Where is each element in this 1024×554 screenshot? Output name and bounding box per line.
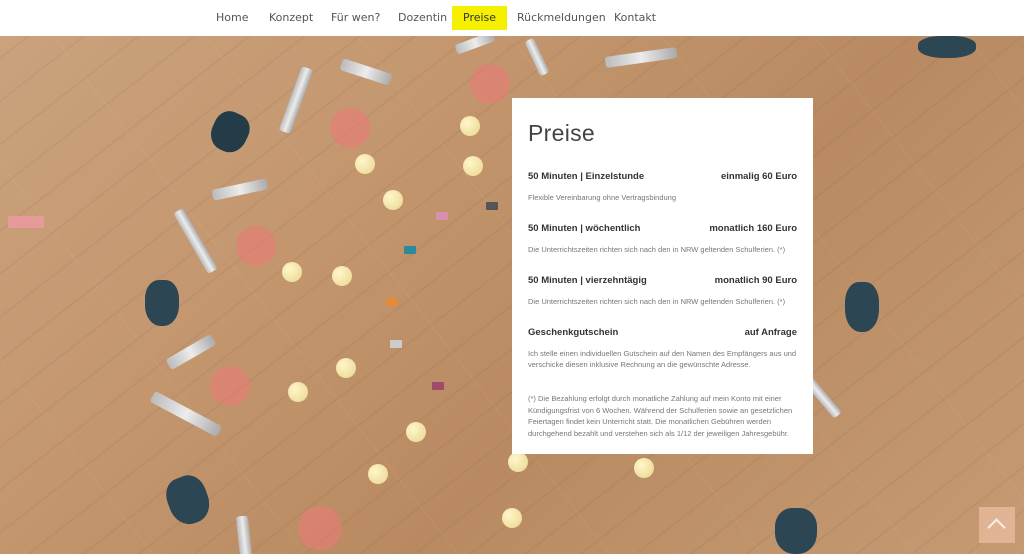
- price-row: Geschenkgutschein auf Anfrage Ich stelle…: [528, 327, 797, 370]
- tube-decoration: [165, 333, 217, 371]
- tube-decoration: [278, 65, 314, 135]
- eye-mask-decoration: [775, 508, 817, 554]
- price-row-price: monatlich 90 Euro: [714, 275, 797, 286]
- top-navigation: Home Konzept Für wen? Dozentin Preise Rü…: [0, 0, 1024, 36]
- price-row-description: Ich stelle einen individuellen Gutschein…: [528, 349, 797, 369]
- tube-decoration: [173, 207, 218, 275]
- pink-circle-decoration: [330, 108, 370, 148]
- ball-decoration: [288, 382, 308, 402]
- price-row-name: 50 Minuten | wöchentlich: [528, 223, 641, 234]
- nav-rueckmeldungen[interactable]: Rückmeldungen: [506, 6, 617, 30]
- ball-decoration: [460, 116, 480, 136]
- chevron-up-icon: [987, 518, 1006, 537]
- tag-decoration: [386, 298, 398, 306]
- nav-preise[interactable]: Preise: [452, 6, 508, 30]
- ball-decoration: [355, 154, 375, 174]
- tag-decoration: [8, 216, 44, 228]
- tube-decoration: [454, 36, 496, 55]
- tag-decoration: [486, 202, 498, 210]
- tag-decoration: [432, 382, 444, 390]
- price-row-price: auf Anfrage: [744, 327, 797, 338]
- page-title: Preise: [528, 120, 595, 146]
- price-row-name: 50 Minuten | Einzelstunde: [528, 171, 645, 182]
- nav-kontakt[interactable]: Kontakt: [603, 6, 667, 30]
- ball-decoration: [406, 422, 426, 442]
- nav-dozentin[interactable]: Dozentin: [387, 6, 458, 30]
- pink-circle-decoration: [236, 226, 276, 266]
- ball-decoration: [508, 452, 528, 472]
- ball-decoration: [332, 266, 352, 286]
- scroll-to-top-button[interactable]: [979, 507, 1015, 543]
- ball-decoration: [282, 262, 302, 282]
- price-row-description: Die Unterrichtszeiten richten sich nach …: [528, 245, 786, 254]
- ball-decoration: [502, 508, 522, 528]
- price-row-price: monatlich 160 Euro: [709, 223, 797, 234]
- eye-mask-decoration: [845, 282, 879, 332]
- cloth-decoration: [205, 106, 255, 158]
- ball-decoration: [368, 464, 388, 484]
- ball-decoration: [383, 190, 403, 210]
- price-row-name: 50 Minuten | vierzehntägig: [528, 275, 647, 286]
- price-row: 50 Minuten | wöchentlich monatlich 160 E…: [528, 223, 797, 255]
- tube-decoration: [339, 58, 393, 86]
- nav-konzept[interactable]: Konzept: [258, 6, 324, 30]
- eye-mask-decoration: [145, 280, 179, 326]
- tube-decoration: [211, 178, 269, 201]
- tag-decoration: [436, 212, 448, 220]
- price-row-description: Flexible Vereinbarung ohne Vertragsbindu…: [528, 193, 677, 202]
- price-row-name: Geschenkgutschein: [528, 327, 619, 338]
- eye-mask-decoration: [918, 36, 976, 58]
- price-row-description: Die Unterrichtszeiten richten sich nach …: [528, 297, 786, 306]
- pricing-card: Preise 50 Minuten | Einzelstunde einmali…: [512, 98, 813, 454]
- price-row: 50 Minuten | vierzehntägig monatlich 90 …: [528, 275, 797, 307]
- price-row-price: einmalig 60 Euro: [720, 171, 797, 182]
- pink-circle-decoration: [210, 366, 250, 406]
- ball-decoration: [463, 156, 483, 176]
- payment-footnote: (*) Die Bezahlung erfolgt durch monatlic…: [528, 394, 793, 438]
- ball-decoration: [336, 358, 356, 378]
- pink-circle-decoration: [470, 64, 510, 104]
- nav-fuer-wen[interactable]: Für wen?: [320, 6, 391, 30]
- pink-circle-decoration: [298, 506, 342, 550]
- tube-decoration: [604, 47, 678, 68]
- ball-decoration: [634, 458, 654, 478]
- tag-decoration: [390, 340, 402, 348]
- tube-decoration: [235, 515, 253, 554]
- nav-home[interactable]: Home: [205, 6, 259, 30]
- tag-decoration: [404, 246, 416, 254]
- eye-mask-decoration: [160, 470, 216, 530]
- tube-decoration: [524, 37, 550, 77]
- price-row: 50 Minuten | Einzelstunde einmalig 60 Eu…: [528, 171, 797, 203]
- tube-decoration: [149, 390, 223, 438]
